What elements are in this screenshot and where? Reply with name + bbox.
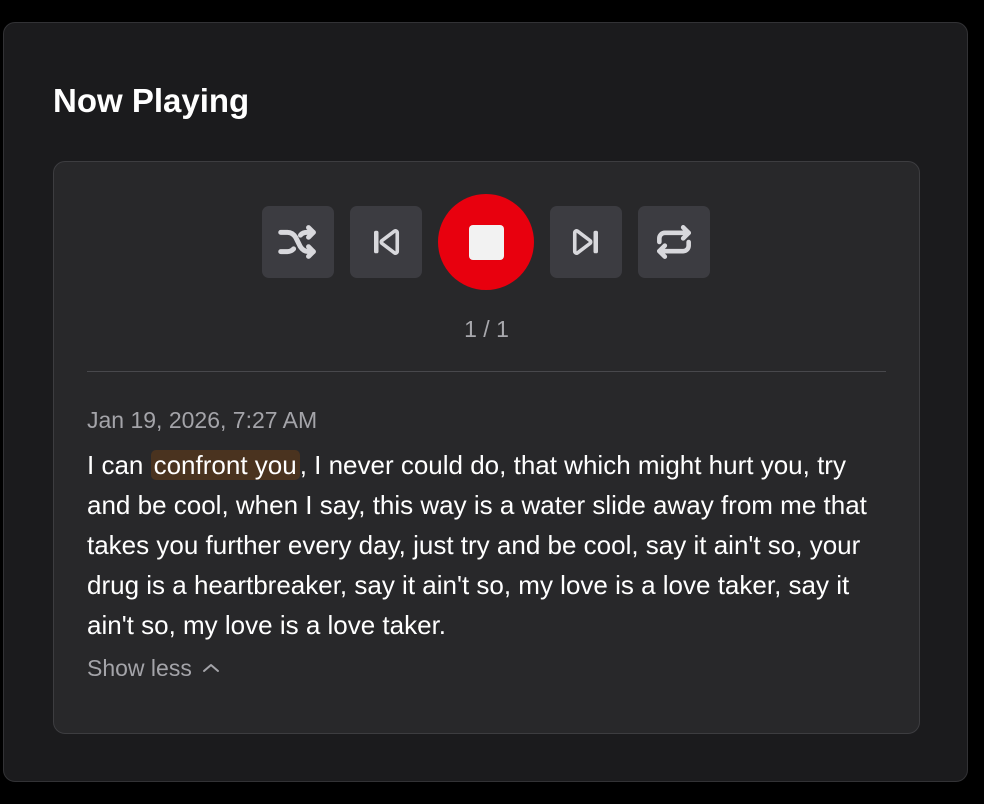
stop-icon (468, 224, 504, 260)
next-button[interactable] (550, 206, 622, 278)
show-less-toggle[interactable]: Show less (87, 654, 220, 682)
skip-previous-icon (368, 224, 404, 260)
lyrics-text-before: I can (87, 450, 151, 480)
skip-next-icon (568, 224, 604, 260)
entry-timestamp: Jan 19, 2026, 7:27 AM (87, 407, 318, 433)
lyrics-text: I can confront you, I never could do, th… (87, 445, 887, 645)
lyrics-highlight: confront you (150, 450, 300, 480)
shuffle-icon (275, 219, 321, 265)
divider (87, 371, 886, 372)
shuffle-button[interactable] (262, 206, 334, 278)
chevron-up-icon (202, 662, 220, 674)
previous-button[interactable] (350, 206, 422, 278)
now-playing-panel: Now Playing 1 / 1 Jan 19, 2026, 7:27 AM … (3, 22, 968, 782)
player-card: 1 / 1 Jan 19, 2026, 7:27 AM I can confro… (53, 161, 920, 734)
repeat-button[interactable] (638, 206, 710, 278)
show-less-label: Show less (87, 655, 192, 681)
stop-button[interactable] (438, 194, 534, 290)
panel-title: Now Playing (53, 82, 250, 119)
playback-controls (262, 194, 712, 290)
track-counter: 1 / 1 (464, 316, 509, 342)
repeat-icon (652, 220, 696, 264)
